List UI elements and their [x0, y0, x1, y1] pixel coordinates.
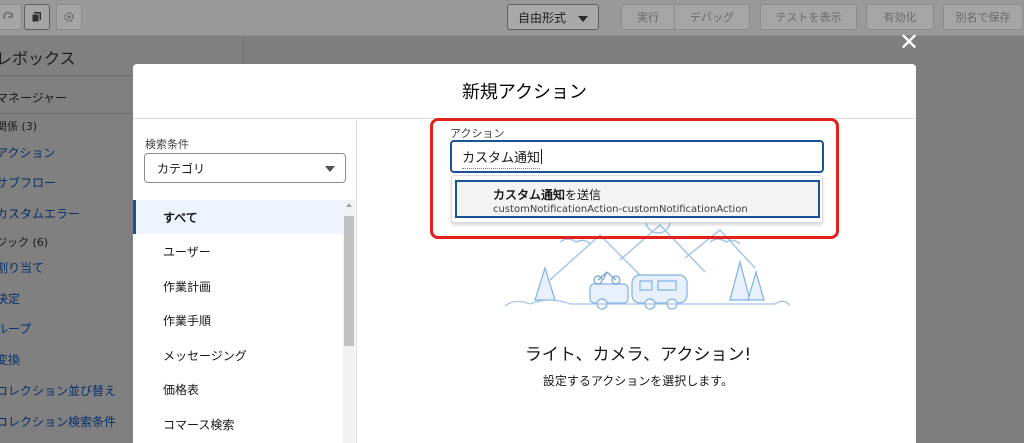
category-item-all[interactable]: すべて — [133, 200, 343, 234]
save-as-button[interactable]: 別名で保存 — [943, 4, 1023, 30]
gear-icon[interactable] — [56, 4, 82, 30]
chevron-down-icon — [578, 16, 588, 22]
filter-select[interactable]: カテゴリ — [144, 153, 346, 183]
redo-icon[interactable] — [0, 4, 22, 30]
chevron-down-icon — [325, 166, 335, 172]
filter-label: 検索条件 — [145, 138, 189, 151]
debug-button[interactable]: デバッグ — [674, 4, 750, 30]
activate-button[interactable]: 有効化 — [866, 4, 934, 30]
scroll-up-icon[interactable] — [346, 203, 352, 207]
modal-title: 新規アクション — [133, 64, 916, 119]
toolbox-item-decision[interactable]: 決定 — [0, 290, 20, 307]
toolbox-item-action[interactable]: アクション — [0, 144, 55, 161]
toolbox-item-assignment[interactable]: 割り当て — [0, 259, 44, 276]
category-scrollbar[interactable] — [343, 200, 355, 443]
toolbox-item-transform[interactable]: 変換 — [0, 351, 20, 368]
top-toolbar: 自由形式 実行 デバッグ テストを表示 有効化 別名で保存 — [0, 0, 1024, 36]
category-item-work-step[interactable]: 作業手順 — [133, 303, 343, 337]
category-panel: 検索条件 カテゴリ すべて ユーザー 作業計画 作業手順 メッセージング 価格表… — [133, 120, 357, 443]
toolbox-item-custom-error[interactable]: カスタムエラー — [0, 205, 80, 222]
run-button[interactable]: 実行 — [621, 4, 675, 30]
toolbox-group[interactable]: ジック (6) — [0, 234, 48, 250]
view-tests-button[interactable]: テストを表示 — [760, 4, 857, 30]
category-item-work-plan[interactable]: 作業計画 — [133, 269, 343, 303]
toolbox-title: レボックス — [0, 49, 76, 68]
category-item-price-book[interactable]: 価格表 — [133, 372, 343, 406]
category-item-messaging[interactable]: メッセージング — [133, 338, 343, 372]
category-item-commerce-search[interactable]: コマース検索 — [133, 407, 343, 441]
empty-state-subtitle: 設定するアクションを選択します。 — [542, 374, 734, 388]
mode-select[interactable]: 自由形式 — [507, 4, 599, 30]
filter-select-value: カテゴリ — [157, 161, 206, 176]
mode-select-value: 自由形式 — [518, 10, 567, 25]
category-list: すべて ユーザー 作業計画 作業手順 メッセージング 価格表 コマース検索 — [133, 200, 343, 443]
scroll-thumb[interactable] — [344, 216, 354, 346]
toolbox-item-subflow[interactable]: サブフロー — [0, 174, 56, 191]
toolbox-item-collection-sort[interactable]: コレクション並び替え — [0, 382, 116, 399]
copy-icon[interactable] — [24, 4, 50, 30]
toolbox-item-loop[interactable]: ループ — [0, 320, 31, 337]
toolbox-group[interactable]: 関係 (3) — [0, 118, 37, 134]
category-item-user[interactable]: ユーザー — [133, 234, 343, 268]
empty-state-title: ライト、カメラ、アクション! — [524, 345, 752, 365]
manager-tab[interactable]: マネージャー — [0, 89, 67, 106]
annotation-highlight-box — [430, 118, 839, 239]
toolbox-item-collection-filter[interactable]: コレクション検索条件 — [0, 413, 116, 430]
close-icon[interactable]: ✕ — [897, 30, 921, 54]
